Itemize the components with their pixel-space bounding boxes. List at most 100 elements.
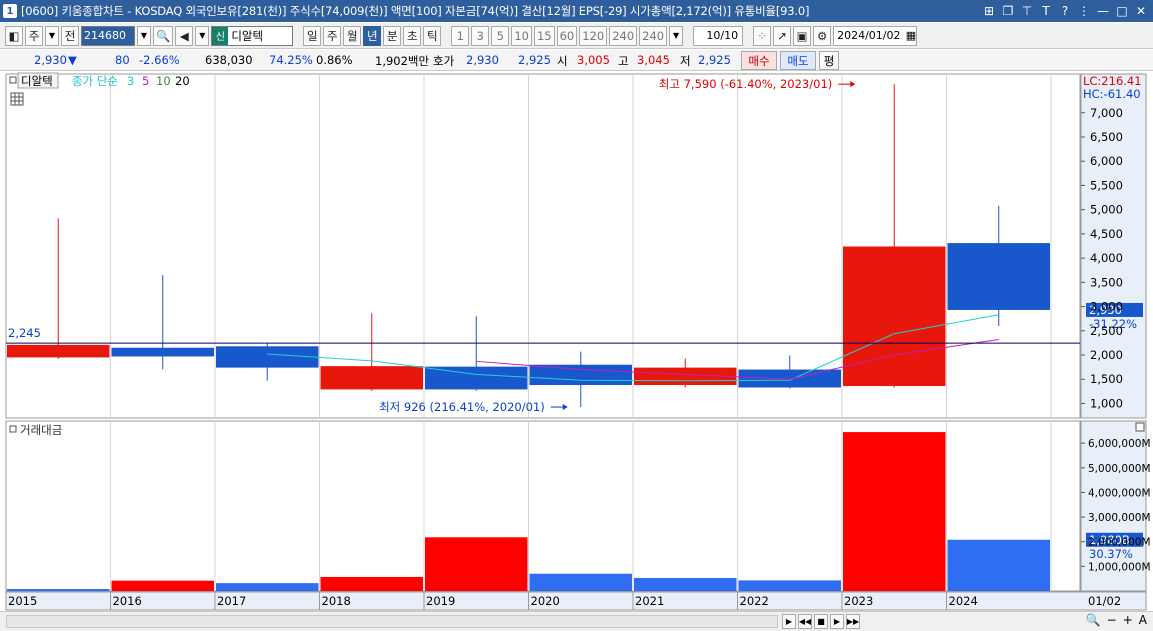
market-select[interactable]: 주	[25, 25, 43, 46]
pin-icon[interactable]: ⊤	[1019, 2, 1035, 19]
volume-bar[interactable]	[216, 583, 319, 591]
interval-select[interactable]: 240	[639, 25, 668, 46]
grid-icon[interactable]: ⁘	[753, 25, 772, 46]
calendar-grid-icon[interactable]	[10, 92, 24, 106]
horizontal-scrollbar[interactable]	[6, 615, 778, 628]
volume-tick-label: 6,000,000M	[1088, 438, 1151, 450]
search-icon[interactable]: 🔍	[153, 25, 174, 46]
price-tick-label: 1,000	[1090, 396, 1123, 410]
candle-body[interactable]	[529, 364, 633, 386]
volume-bar[interactable]	[529, 573, 633, 591]
low-annotation: 최저 926 (216.41%, 2020/01)	[379, 400, 545, 414]
copy-window-icon[interactable]: ❐	[1000, 2, 1016, 19]
zoom-in-icon[interactable]: +	[1123, 613, 1133, 627]
period-year[interactable]: 년	[363, 25, 382, 46]
fast-forward-icon[interactable]: ▶▶	[846, 614, 860, 629]
period-tick[interactable]: 틱	[423, 25, 442, 46]
change-arrow-icon: ▼	[68, 53, 77, 67]
volume-bar[interactable]	[7, 589, 110, 591]
speaker-icon[interactable]: ◀	[175, 25, 194, 46]
candle-body[interactable]	[320, 366, 424, 390]
volume-bar[interactable]	[320, 576, 424, 591]
price-axis-bg	[1080, 73, 1147, 419]
close-icon[interactable]: ✕	[1133, 2, 1149, 19]
market-dropdown-icon[interactable]: ▼	[45, 25, 59, 46]
change-percent: -2.66%	[139, 53, 180, 67]
stop-icon[interactable]: ■	[814, 614, 828, 629]
period-minute[interactable]: 분	[383, 25, 402, 46]
eval-button[interactable]: 평	[819, 51, 839, 70]
calendar-icon[interactable]: ▦	[906, 29, 916, 42]
interval-dropdown-icon[interactable]: ▼	[669, 25, 684, 46]
period-second[interactable]: 초	[403, 25, 422, 46]
stock-name: 디알텍	[231, 28, 264, 43]
search-zoom-icon[interactable]: 🔍	[1086, 613, 1101, 627]
sell-button[interactable]: 매도	[780, 51, 816, 70]
current-price: 2,930	[34, 53, 67, 67]
candle-body[interactable]	[216, 346, 319, 368]
interval-240[interactable]: 240	[609, 25, 638, 46]
stock-name-box[interactable]: 신 디알텍	[211, 25, 294, 46]
data-count-field[interactable]: 10/10	[693, 25, 744, 46]
indicator-icon[interactable]: ↗	[773, 25, 792, 46]
quote-bar: 2,930 ▼ 80 -2.66% 638,030 74.25% 0.86% 1…	[0, 50, 1153, 71]
volume: 638,030	[205, 53, 253, 67]
maximize-icon[interactable]: □	[1114, 2, 1130, 19]
volume-bar[interactable]	[947, 539, 1051, 591]
x-tick-label: 2023	[844, 594, 873, 608]
interval-10[interactable]: 10	[511, 25, 532, 46]
price-tick-label: 2,000	[1090, 348, 1123, 362]
x-tick-label: 2019	[426, 594, 455, 608]
volume-bar[interactable]	[843, 432, 946, 591]
interval-1[interactable]: 1	[451, 25, 470, 46]
candle-body[interactable]	[7, 344, 110, 358]
save-icon[interactable]: ▣	[793, 25, 812, 46]
legend-stock-name: 디알텍	[21, 74, 53, 88]
volume-pane-close-icon[interactable]	[1135, 422, 1145, 432]
period-day[interactable]: 일	[303, 25, 322, 46]
interval-15[interactable]: 15	[533, 25, 555, 46]
layout-icon[interactable]: ⊞	[981, 2, 997, 19]
gear-icon[interactable]: ⚙	[813, 25, 832, 46]
price-chart[interactable]: 2,245 최고 7,590 (-61.40%, 2023/01) 최저 926 (…	[0, 71, 1153, 611]
volume-tick-label: 1,000,000M	[1088, 561, 1151, 573]
candle-body[interactable]	[947, 243, 1051, 310]
play-icon[interactable]: ▶	[830, 614, 844, 629]
date-field[interactable]: 2024/01/02 ▦	[833, 25, 918, 46]
candle-body[interactable]	[843, 246, 946, 387]
speaker-dropdown-icon[interactable]: ▼	[195, 25, 210, 46]
price-tick-label: 6,500	[1090, 130, 1123, 144]
scroll-left-icon[interactable]: ▶	[782, 614, 796, 629]
period-week[interactable]: 주	[323, 25, 342, 46]
volume-bar[interactable]	[634, 577, 737, 591]
help-icon[interactable]: ?	[1057, 2, 1073, 19]
font-icon[interactable]: T	[1038, 2, 1054, 19]
prev-button[interactable]: 전	[61, 25, 79, 46]
font-size-icon[interactable]: A	[1139, 613, 1147, 627]
stock-code-input[interactable]: 214680	[81, 25, 135, 46]
high-label: 고	[618, 54, 629, 68]
volume-tick-label: 2,000,000M	[1088, 537, 1151, 549]
legend-ma-20: 20	[175, 74, 190, 88]
more-icon[interactable]: ⋮	[1076, 2, 1092, 19]
legend-ma-10: 10	[156, 74, 171, 88]
candle-body[interactable]	[111, 347, 215, 357]
x-tick-label: 2022	[740, 594, 769, 608]
zoom-out-icon[interactable]: −	[1107, 613, 1117, 627]
window-title: [0600] 키움종합차트 - KOSDAQ 외국인보유[281(천)] 주식수…	[21, 4, 810, 18]
period-month[interactable]: 월	[343, 25, 362, 46]
volume-bar[interactable]	[425, 537, 528, 591]
interval-3[interactable]: 3	[471, 25, 490, 46]
volume-bar[interactable]	[738, 580, 842, 591]
minimize-icon[interactable]: —	[1095, 2, 1111, 19]
rewind-icon[interactable]: ◀◀	[798, 614, 812, 629]
buy-button[interactable]: 매수	[741, 51, 777, 70]
volume-bar[interactable]	[111, 580, 215, 591]
code-dropdown-icon[interactable]: ▼	[137, 25, 151, 46]
interval-5[interactable]: 5	[491, 25, 510, 46]
chart-settings-icon[interactable]: ◧	[5, 25, 23, 46]
candle-body[interactable]	[738, 369, 842, 388]
interval-120[interactable]: 120	[579, 25, 608, 46]
hoga-ask: 2,930	[466, 53, 499, 67]
interval-60[interactable]: 60	[556, 25, 578, 46]
